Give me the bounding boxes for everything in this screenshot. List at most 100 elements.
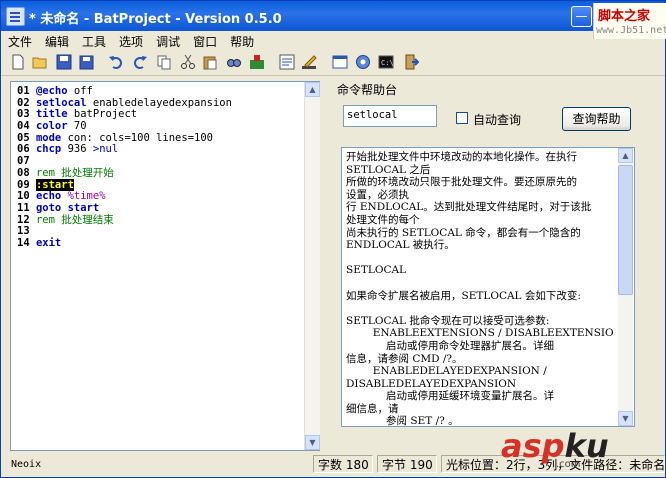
asp-watermark-sub: .com — [556, 459, 581, 470]
help-text-line: ENABLEEXTENSIONS / DISABLEEXTENSIONS — [346, 327, 614, 340]
code-token: exit — [35, 236, 62, 249]
code-token: 70 — [67, 120, 87, 133]
status-byte-count: 字节 190 — [377, 455, 437, 473]
save-all-icon[interactable] — [78, 54, 94, 70]
scroll-down-icon[interactable]: ▼ — [305, 435, 320, 450]
code-line: 14 exit — [17, 236, 232, 250]
help-text-line: 行 ENDLOCAL。达到批处理文件结尾时，对于该批 — [346, 201, 592, 214]
status-author: Neoix — [11, 459, 42, 470]
help-text-line: 信息，请参阅 CMD /?。 — [346, 352, 463, 365]
scroll-up-icon[interactable]: ▲ — [618, 148, 633, 163]
help-text-line: DISABLEDELAYEDEXPANSION — [346, 377, 517, 390]
code-token: chcp — [35, 143, 62, 156]
cut-icon[interactable] — [180, 54, 196, 70]
help-text-line: 启动或停用延缓环境变量扩展名。详 — [346, 390, 555, 403]
line-number: 05 — [17, 131, 36, 144]
line-number: 11 — [17, 201, 36, 214]
code-token: con: cols=100 lines=100 — [61, 131, 213, 144]
undo-icon[interactable] — [108, 54, 124, 70]
line-number: 06 — [17, 143, 36, 156]
code-token: rem 批处理开始 — [35, 166, 114, 179]
line-number: 01 — [17, 85, 36, 97]
code-token: @echo — [35, 85, 68, 97]
line-number: 02 — [17, 96, 36, 109]
settings-icon[interactable] — [355, 54, 371, 70]
help-text-line: 细信息，请 — [346, 402, 399, 415]
line-number: 13 — [17, 225, 36, 238]
scroll-up-icon[interactable]: ▲ — [305, 82, 320, 97]
new-file-icon[interactable] — [10, 54, 26, 70]
watermark-url: www.Jb51.net — [596, 25, 666, 36]
properties-icon[interactable] — [279, 54, 295, 70]
copy-icon[interactable] — [156, 54, 172, 70]
status-char-count: 字数 180 — [313, 455, 373, 473]
code-token: enabledelayedexpansion — [86, 96, 232, 109]
menu-edit[interactable]: 编辑 — [38, 31, 75, 50]
menu-bar: 文件 编辑 工具 选项 调试 窗口 帮助 — [1, 31, 593, 50]
scroll-thumb[interactable] — [618, 165, 633, 295]
code-editor[interactable]: 01 @echo off 02 setlocal enabledelayedexp… — [10, 81, 320, 451]
auto-query-label: 自动查询 — [473, 113, 522, 127]
help-text-line: 处理文件的每个 — [346, 213, 420, 226]
line-number: 12 — [17, 213, 36, 226]
line-number: 08 — [17, 166, 36, 179]
app-window: * 未命名 - BatProject - Version 0.5.0 — □ ✕… — [0, 0, 666, 478]
line-number: 10 — [17, 190, 36, 203]
help-text-line: 设置，必须执 — [346, 188, 409, 201]
watermark-title: 脚本之家 — [598, 9, 651, 24]
query-help-button[interactable]: 查询帮助 — [562, 107, 631, 131]
run-icon[interactable] — [249, 54, 265, 70]
code-token: 936 — [61, 143, 93, 156]
paste-icon[interactable] — [202, 54, 218, 70]
code-token: start — [61, 201, 100, 214]
menu-window[interactable]: 窗口 — [186, 31, 223, 50]
code-token: title — [35, 108, 68, 121]
help-text-line: SETLOCAL 之后 — [346, 163, 431, 176]
help-text-line — [346, 277, 614, 290]
help-scrollbar[interactable]: ▲ ▼ — [618, 148, 633, 426]
line-number: 07 — [17, 155, 36, 168]
code-token: setlocal — [35, 96, 87, 109]
scroll-down-icon[interactable]: ▼ — [618, 411, 633, 426]
editor-scrollbar[interactable]: ▲ ▼ — [304, 82, 320, 450]
code-line: 12 rem 批处理结束 — [17, 213, 232, 227]
code-token: rem 批处理结束 — [35, 213, 114, 226]
menu-debug[interactable]: 调试 — [149, 31, 186, 50]
help-text-line: SETLOCAL 批命令现在可以接受可选参数: — [346, 314, 550, 327]
help-text-line — [346, 302, 614, 315]
code-token: batProject — [67, 108, 138, 121]
menu-tools[interactable]: 工具 — [75, 31, 112, 50]
help-text-line: 参阅 SET /? 。 — [346, 415, 459, 427]
line-number: 03 — [17, 108, 36, 121]
code-token: mode — [35, 131, 62, 144]
help-text-box[interactable]: 开始批处理文件中环境改动的本地化操作。在执行 SETLOCAL 之后 所做的环境改动… — [341, 147, 635, 427]
save-icon[interactable] — [56, 54, 72, 70]
menu-help[interactable]: 帮助 — [223, 31, 260, 50]
toolbar: C:\ — [1, 51, 665, 76]
open-folder-icon[interactable] — [32, 54, 48, 70]
menu-options[interactable]: 选项 — [112, 31, 149, 50]
svg-text:C:\: C:\ — [381, 59, 394, 67]
auto-query-checkbox[interactable] — [456, 112, 468, 124]
menu-file[interactable]: 文件 — [1, 31, 38, 50]
code-token: echo — [35, 190, 62, 203]
asp-watermark: aspku — [501, 427, 609, 465]
find-icon[interactable] — [226, 54, 242, 70]
help-text-line: 如果命令扩展名被启用，SETLOCAL 会如下改变: — [346, 289, 581, 302]
help-text-line — [346, 252, 614, 265]
redo-icon[interactable] — [132, 54, 148, 70]
code-token: off — [67, 85, 93, 97]
command-input[interactable]: setlocal — [343, 105, 437, 127]
help-text-line: 开始批处理文件中环境改动的本地化操作。在执行 — [346, 151, 577, 163]
code-lines: 01 @echo off 02 setlocal enabledelayedexp… — [17, 85, 232, 250]
minimize-button[interactable]: — — [571, 6, 592, 27]
code-token: :start — [35, 178, 74, 191]
list-icon[interactable] — [332, 54, 348, 70]
code-token: goto — [35, 201, 62, 214]
console-icon[interactable]: C:\ — [378, 54, 394, 70]
exit-icon[interactable] — [403, 54, 419, 70]
title-bar[interactable]: * 未命名 - BatProject - Version 0.5.0 — □ ✕… — [1, 1, 666, 39]
help-text-line: 尚未执行的 SETLOCAL 命令，都会有一个隐含的 — [346, 226, 581, 239]
edit-icon[interactable] — [301, 54, 317, 70]
help-text-line: ENDLOCAL 被执行。 — [346, 239, 455, 252]
